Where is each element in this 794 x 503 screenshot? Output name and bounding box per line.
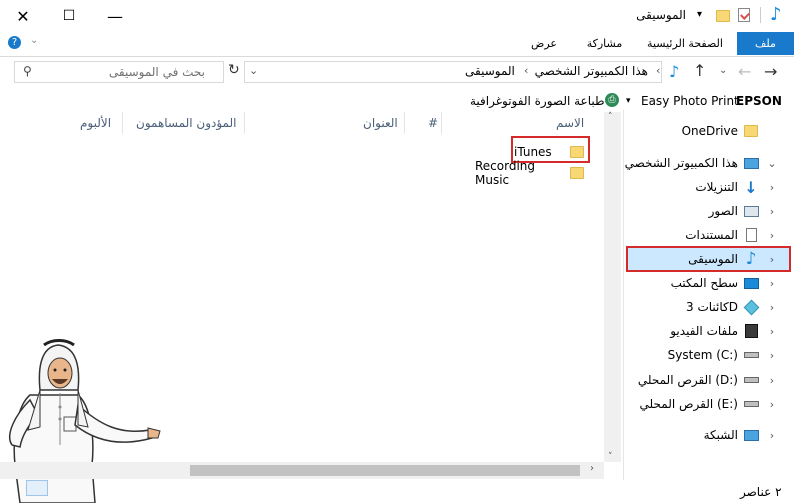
column-number[interactable]: # xyxy=(428,116,438,134)
easy-photo-print-button[interactable]: Easy Photo Print xyxy=(641,94,739,108)
nav-3d-objects[interactable]: › كائنات 3D xyxy=(686,296,780,318)
qat-dropdown-icon[interactable]: ▾ xyxy=(697,9,702,20)
qat-folder-icon[interactable] xyxy=(716,10,730,22)
content-horizontal-scrollbar[interactable]: › xyxy=(0,462,604,479)
close-icon: ✕ xyxy=(16,6,30,26)
nav-drive-d[interactable]: › القرص المحلي (D:) xyxy=(638,369,780,391)
drive-icon xyxy=(742,372,760,388)
nav-music[interactable]: › ♪ الموسيقى xyxy=(688,248,780,270)
music-note-icon: ♪ xyxy=(770,4,782,25)
nav-drive-e[interactable]: › القرص المحلي (E:) xyxy=(640,393,780,415)
maximize-icon: ☐ xyxy=(62,8,76,24)
scroll-up-icon[interactable]: ˄ xyxy=(608,112,613,122)
breadcrumb-chevron-icon: ‹ xyxy=(524,64,529,77)
search-icon: ⚲ xyxy=(23,64,32,78)
close-button[interactable]: ✕ xyxy=(0,0,46,32)
back-arrow-icon[interactable]: → xyxy=(764,62,777,81)
download-arrow-icon: ↓ xyxy=(744,177,758,197)
column-name[interactable]: الاسم xyxy=(556,116,584,134)
address-music-icon: ♪ xyxy=(669,62,680,81)
nav-videos[interactable]: › ملفات الفيديو xyxy=(670,320,780,342)
folder-icon xyxy=(570,146,584,158)
scroll-right-icon[interactable]: › xyxy=(590,463,594,474)
file-name: Recording Music xyxy=(475,159,536,187)
print-photo-button[interactable]: طباعة الصورة الفوتوغرافية xyxy=(470,94,605,108)
column-title[interactable]: العنوان xyxy=(363,116,398,134)
nav-onedrive[interactable]: OneDrive xyxy=(682,120,780,142)
photo-print-dropdown-icon[interactable]: ▾ xyxy=(626,96,631,106)
search-box[interactable]: ⚲ بحث في الموسيقى xyxy=(14,61,224,83)
forward-arrow-icon[interactable]: ← xyxy=(738,62,751,81)
scroll-down-icon[interactable]: ˅ xyxy=(608,452,613,462)
tab-home[interactable]: الصفحة الرئيسية xyxy=(637,32,733,55)
breadcrumb-music[interactable]: الموسيقى xyxy=(465,64,515,78)
minimize-icon: — xyxy=(107,6,123,26)
network-icon xyxy=(742,427,760,443)
folder-icon xyxy=(570,167,584,179)
content-vertical-scrollbar[interactable]: ˄ ˅ xyxy=(604,112,621,462)
window-title: الموسيقى xyxy=(636,8,686,22)
scroll-thumb[interactable] xyxy=(190,465,580,476)
pictures-icon xyxy=(742,203,760,219)
status-item-count: ٢ عناصر xyxy=(740,485,782,499)
nav-downloads[interactable]: › ↓ التنزيلات xyxy=(695,176,780,198)
column-contributing-artists[interactable]: المؤدون المساهمون xyxy=(136,116,236,134)
nav-documents[interactable]: › المستندات xyxy=(685,224,780,246)
file-row-recording-music[interactable]: Recording Music xyxy=(475,159,584,187)
documents-icon xyxy=(742,227,760,243)
drive-icon xyxy=(742,396,760,412)
desktop-icon xyxy=(742,275,760,291)
tab-file[interactable]: ملف xyxy=(737,32,794,55)
ribbon-tabs: ? ⌄ ملف الصفحة الرئيسية مشاركة عرض xyxy=(0,32,794,57)
recent-dropdown-icon[interactable]: ⌄ xyxy=(719,65,727,76)
cube-3d-icon xyxy=(742,299,760,315)
nav-pictures[interactable]: › الصور xyxy=(709,200,780,222)
nav-this-pc[interactable]: ⌄ هذا الكمبيوتر الشخصي xyxy=(625,152,780,174)
up-arrow-icon[interactable]: ↑ xyxy=(693,61,706,80)
details-view-icon[interactable] xyxy=(26,480,48,496)
qat-properties-icon[interactable] xyxy=(738,8,750,22)
title-bar: ✕ ☐ — الموسيقى ▾ ♪ xyxy=(0,0,794,32)
address-dropdown-icon[interactable]: ⌄ xyxy=(249,64,258,77)
refresh-icon[interactable]: ↻ xyxy=(228,62,240,78)
printer-icon: ⎙ xyxy=(605,93,619,107)
maximize-button[interactable]: ☐ xyxy=(46,0,92,32)
nav-drive-c[interactable]: › System (C:) xyxy=(668,344,780,366)
computer-icon xyxy=(742,155,760,171)
ribbon-expand-icon[interactable]: ⌄ xyxy=(30,35,38,46)
epson-logo[interactable]: EPSON xyxy=(736,94,782,108)
nav-desktop[interactable]: › سطح المكتب xyxy=(671,272,780,294)
tab-share[interactable]: مشاركة xyxy=(577,32,632,55)
music-note-icon: ♪ xyxy=(745,249,757,269)
breadcrumb-chevron-icon: ‹ xyxy=(656,64,661,77)
folder-icon xyxy=(742,123,760,139)
breadcrumb-this-pc[interactable]: هذا الكمبيوتر الشخصي xyxy=(535,64,648,78)
column-album[interactable]: الألبوم xyxy=(80,116,111,134)
search-placeholder: بحث في الموسيقى xyxy=(108,65,205,79)
tab-view[interactable]: عرض xyxy=(520,32,568,55)
nav-network[interactable]: › الشبكة xyxy=(704,424,780,446)
drive-icon xyxy=(742,347,760,363)
file-name: iTunes xyxy=(514,145,552,159)
minimize-button[interactable]: — xyxy=(92,0,138,32)
video-film-icon xyxy=(742,323,760,339)
help-icon[interactable]: ? xyxy=(8,36,21,49)
